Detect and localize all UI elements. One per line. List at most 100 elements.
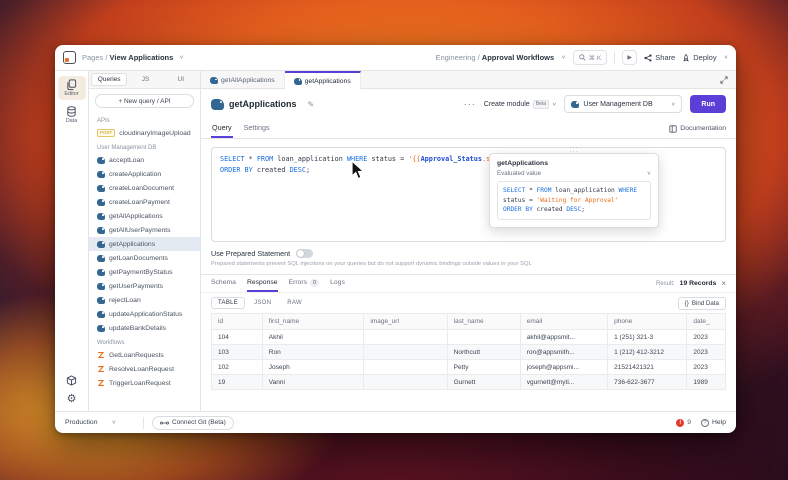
- sidebar-item-acceptLoan[interactable]: acceptLoan: [89, 153, 200, 167]
- query-tab-settings[interactable]: Settings: [243, 119, 271, 138]
- table-row[interactable]: 103RonNorthcuttron@appsmith...1 (212) 41…: [212, 345, 726, 360]
- create-module-button[interactable]: Create module Beta ∨: [484, 100, 557, 109]
- sidebar-item-getUserPayments[interactable]: getUserPayments: [89, 279, 200, 293]
- response-tabs: SchemaResponseErrors0Logs Result: 19 Rec…: [201, 275, 736, 293]
- deploy-button[interactable]: Deploy: [682, 53, 716, 62]
- maximize-icon[interactable]: [720, 76, 728, 84]
- divider: [614, 52, 615, 64]
- more-options-icon[interactable]: ···: [464, 99, 476, 109]
- view-tab-json[interactable]: JSON: [247, 297, 278, 309]
- column-header-last_name[interactable]: last_name: [447, 314, 520, 330]
- table-cell: 102: [212, 360, 263, 375]
- workflow-icon: [97, 365, 105, 373]
- response-table-wrap[interactable]: idfirst_nameimage_urllast_nameemailphone…: [201, 313, 736, 411]
- rail-item-data[interactable]: Data: [58, 103, 86, 127]
- column-header-first_name[interactable]: first_name: [262, 314, 364, 330]
- sidebar-item-getApplications[interactable]: getApplications: [89, 237, 200, 251]
- response-table: idfirst_nameimage_urllast_nameemailphone…: [211, 313, 726, 390]
- app-logo-icon[interactable]: [63, 51, 76, 64]
- query-tab-query[interactable]: Query: [211, 119, 233, 138]
- response-panel: SchemaResponseErrors0Logs Result: 19 Rec…: [201, 274, 736, 411]
- breadcrumb-pages[interactable]: Pages / View Applications: [82, 53, 173, 62]
- sidebar-item-TriggerLoanRequest[interactable]: TriggerLoanRequest: [89, 376, 200, 390]
- postgres-icon: [210, 77, 218, 84]
- breadcrumb-app[interactable]: Engineering / Approval Workflows: [435, 53, 554, 62]
- deploy-label: Deploy: [693, 53, 716, 62]
- sidebar-item-createApplication[interactable]: createApplication: [89, 167, 200, 181]
- response-tab-schema[interactable]: Schema: [211, 275, 236, 292]
- editor-pages-icon: [66, 79, 77, 90]
- help-button[interactable]: ? Help: [701, 419, 726, 427]
- close-response-icon[interactable]: ×: [721, 279, 726, 288]
- documentation-book-icon: [669, 125, 677, 133]
- column-header-image_url[interactable]: image_url: [364, 314, 447, 330]
- sidebar-tab-js[interactable]: JS: [128, 74, 162, 85]
- environment-select[interactable]: Production ∨: [65, 419, 135, 426]
- error-count-indicator[interactable]: ! 9: [676, 419, 691, 427]
- run-button[interactable]: Run: [690, 95, 726, 113]
- table-cell: Northcutt: [447, 345, 520, 360]
- editor-tab-getAllApplications[interactable]: getAllApplications: [201, 71, 285, 88]
- connect-git-button[interactable]: Connect Git (Beta): [152, 416, 234, 430]
- bind-data-button[interactable]: {} Bind Data: [678, 297, 726, 310]
- rail-item-editor[interactable]: Editor: [58, 76, 86, 100]
- documentation-link[interactable]: Documentation: [669, 125, 726, 133]
- sidebar-item-createLoanPayment[interactable]: createLoanPayment: [89, 195, 200, 209]
- column-header-id[interactable]: id: [212, 314, 263, 330]
- popup-evaluated-value-row[interactable]: Evaluated value ∨: [497, 170, 651, 177]
- sidebar-item-getAllApplications[interactable]: getAllApplications: [89, 209, 200, 223]
- popup-drag-handle-icon[interactable]: ······: [570, 146, 579, 154]
- postgres-icon: [97, 255, 105, 262]
- deploy-menu-chevron-icon[interactable]: ∨: [724, 55, 728, 61]
- chevron-down-icon[interactable]: ∨: [561, 55, 565, 61]
- main-pane: getAllApplicationsgetApplications getApp…: [201, 71, 736, 411]
- response-tab-errors[interactable]: Errors0: [289, 275, 320, 292]
- share-button[interactable]: Share: [644, 53, 675, 62]
- sidebar-item-label: updateApplicationStatus: [109, 311, 182, 318]
- view-tab-table[interactable]: TABLE: [211, 297, 245, 309]
- help-question-icon: ?: [701, 419, 709, 427]
- datasource-select[interactable]: User Management DB ∨: [564, 95, 682, 113]
- sidebar-item-getLoanDocuments[interactable]: getLoanDocuments: [89, 251, 200, 265]
- sidebar-item-getPaymentByStatus[interactable]: getPaymentByStatus: [89, 265, 200, 279]
- settings-gear-icon[interactable]: ⚙: [67, 394, 77, 405]
- sidebar-item-GetLoanRequests[interactable]: GetLoanRequests: [89, 348, 200, 362]
- sidebar-tab-ui[interactable]: UI: [164, 74, 198, 85]
- sidebar-item-updateBankDetails[interactable]: updateBankDetails: [89, 321, 200, 335]
- table-cell: 2023: [687, 360, 726, 375]
- view-tab-raw[interactable]: RAW: [280, 297, 309, 309]
- sidebar-tab-queries[interactable]: Queries: [91, 73, 127, 86]
- postgres-icon: [211, 99, 224, 110]
- table-cell: Gurnett: [447, 375, 520, 390]
- response-view-toolbar: TABLEJSONRAW {} Bind Data: [201, 293, 736, 313]
- workspace-name: Engineering /: [435, 53, 479, 62]
- libraries-package-icon[interactable]: [66, 375, 77, 386]
- response-tab-logs[interactable]: Logs: [330, 275, 345, 292]
- chevron-down-icon[interactable]: ∨: [179, 55, 183, 61]
- environment-label: Production: [65, 419, 98, 426]
- column-header-email[interactable]: email: [520, 314, 607, 330]
- table-row[interactable]: 19VanniGurnettvgurnett@myti...736-622-36…: [212, 375, 726, 390]
- table-row[interactable]: 102JosephPettyjoseph@appsmi...2152142132…: [212, 360, 726, 375]
- sidebar-item-label: cloudinaryImageUpload: [119, 130, 190, 137]
- search-input[interactable]: ⌘ K: [573, 50, 608, 65]
- prepared-statement-toggle[interactable]: [296, 249, 313, 258]
- sidebar-item-updateApplicationStatus[interactable]: updateApplicationStatus: [89, 307, 200, 321]
- sidebar-item-cloudinaryImageUpload[interactable]: POSTcloudinaryImageUpload: [89, 126, 200, 140]
- sidebar-item-ResolveLoanRequest[interactable]: ResolveLoanRequest: [89, 362, 200, 376]
- table-row[interactable]: 104Akhilakhil@appsmit...1 (251) 321-3202…: [212, 330, 726, 345]
- sidebar-item-rejectLoan[interactable]: rejectLoan: [89, 293, 200, 307]
- preview-play-button[interactable]: ▶: [622, 50, 637, 65]
- postgres-icon: [294, 78, 302, 85]
- sidebar-item-createLoanDocument[interactable]: createLoanDocument: [89, 181, 200, 195]
- braces-icon: {}: [685, 300, 689, 307]
- status-bar: Production ∨ Connect Git (Beta) ! 9 ? He…: [55, 411, 736, 433]
- new-query-button[interactable]: + New query / API: [95, 94, 194, 108]
- editor-tab-getApplications[interactable]: getApplications: [285, 71, 361, 89]
- column-header-phone[interactable]: phone: [608, 314, 687, 330]
- breadcrumb-current-page: View Applications: [110, 53, 174, 62]
- response-tab-response[interactable]: Response: [247, 275, 278, 292]
- rename-pencil-icon[interactable]: ✎: [308, 100, 315, 109]
- column-header-date_[interactable]: date_: [687, 314, 726, 330]
- sidebar-item-getAllUserPayments[interactable]: getAllUserPayments: [89, 223, 200, 237]
